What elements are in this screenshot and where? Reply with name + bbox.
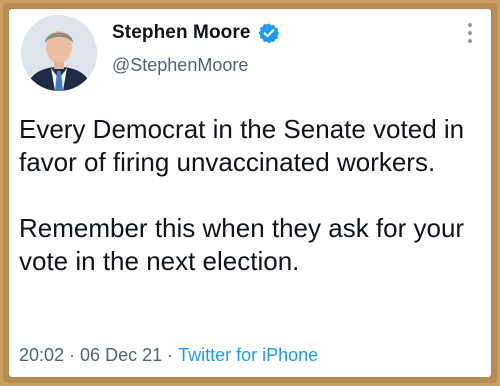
tweet-paragraph: Remember this when they ask for your vot… (19, 213, 465, 276)
tweet-time[interactable]: 20:02 (19, 345, 64, 366)
avatar[interactable] (21, 15, 97, 91)
name-row: Stephen Moore (112, 22, 280, 44)
verified-badge-icon (257, 23, 280, 44)
photo-frame: Stephen Moore @StephenMoore Every Democr… (3, 3, 497, 383)
tweet-text: Every Democrat in the Senate voted in fa… (19, 113, 489, 278)
tweet-paragraph: Every Democrat in the Senate voted in fa… (19, 114, 465, 177)
tweet-source[interactable]: Twitter for iPhone (178, 345, 318, 366)
meta-separator: · (69, 345, 76, 365)
display-name[interactable]: Stephen Moore (112, 22, 251, 44)
avatar-photo (21, 15, 97, 91)
more-vertical-icon[interactable] (467, 22, 473, 44)
tweet-date[interactable]: 06 Dec 21 (80, 345, 162, 366)
meta-separator: · (167, 345, 174, 365)
tweet-card: Stephen Moore @StephenMoore Every Democr… (9, 9, 491, 377)
tweet-meta: 20:02 · 06 Dec 21 · Twitter for iPhone (19, 345, 318, 366)
user-handle[interactable]: @StephenMoore (112, 55, 248, 76)
